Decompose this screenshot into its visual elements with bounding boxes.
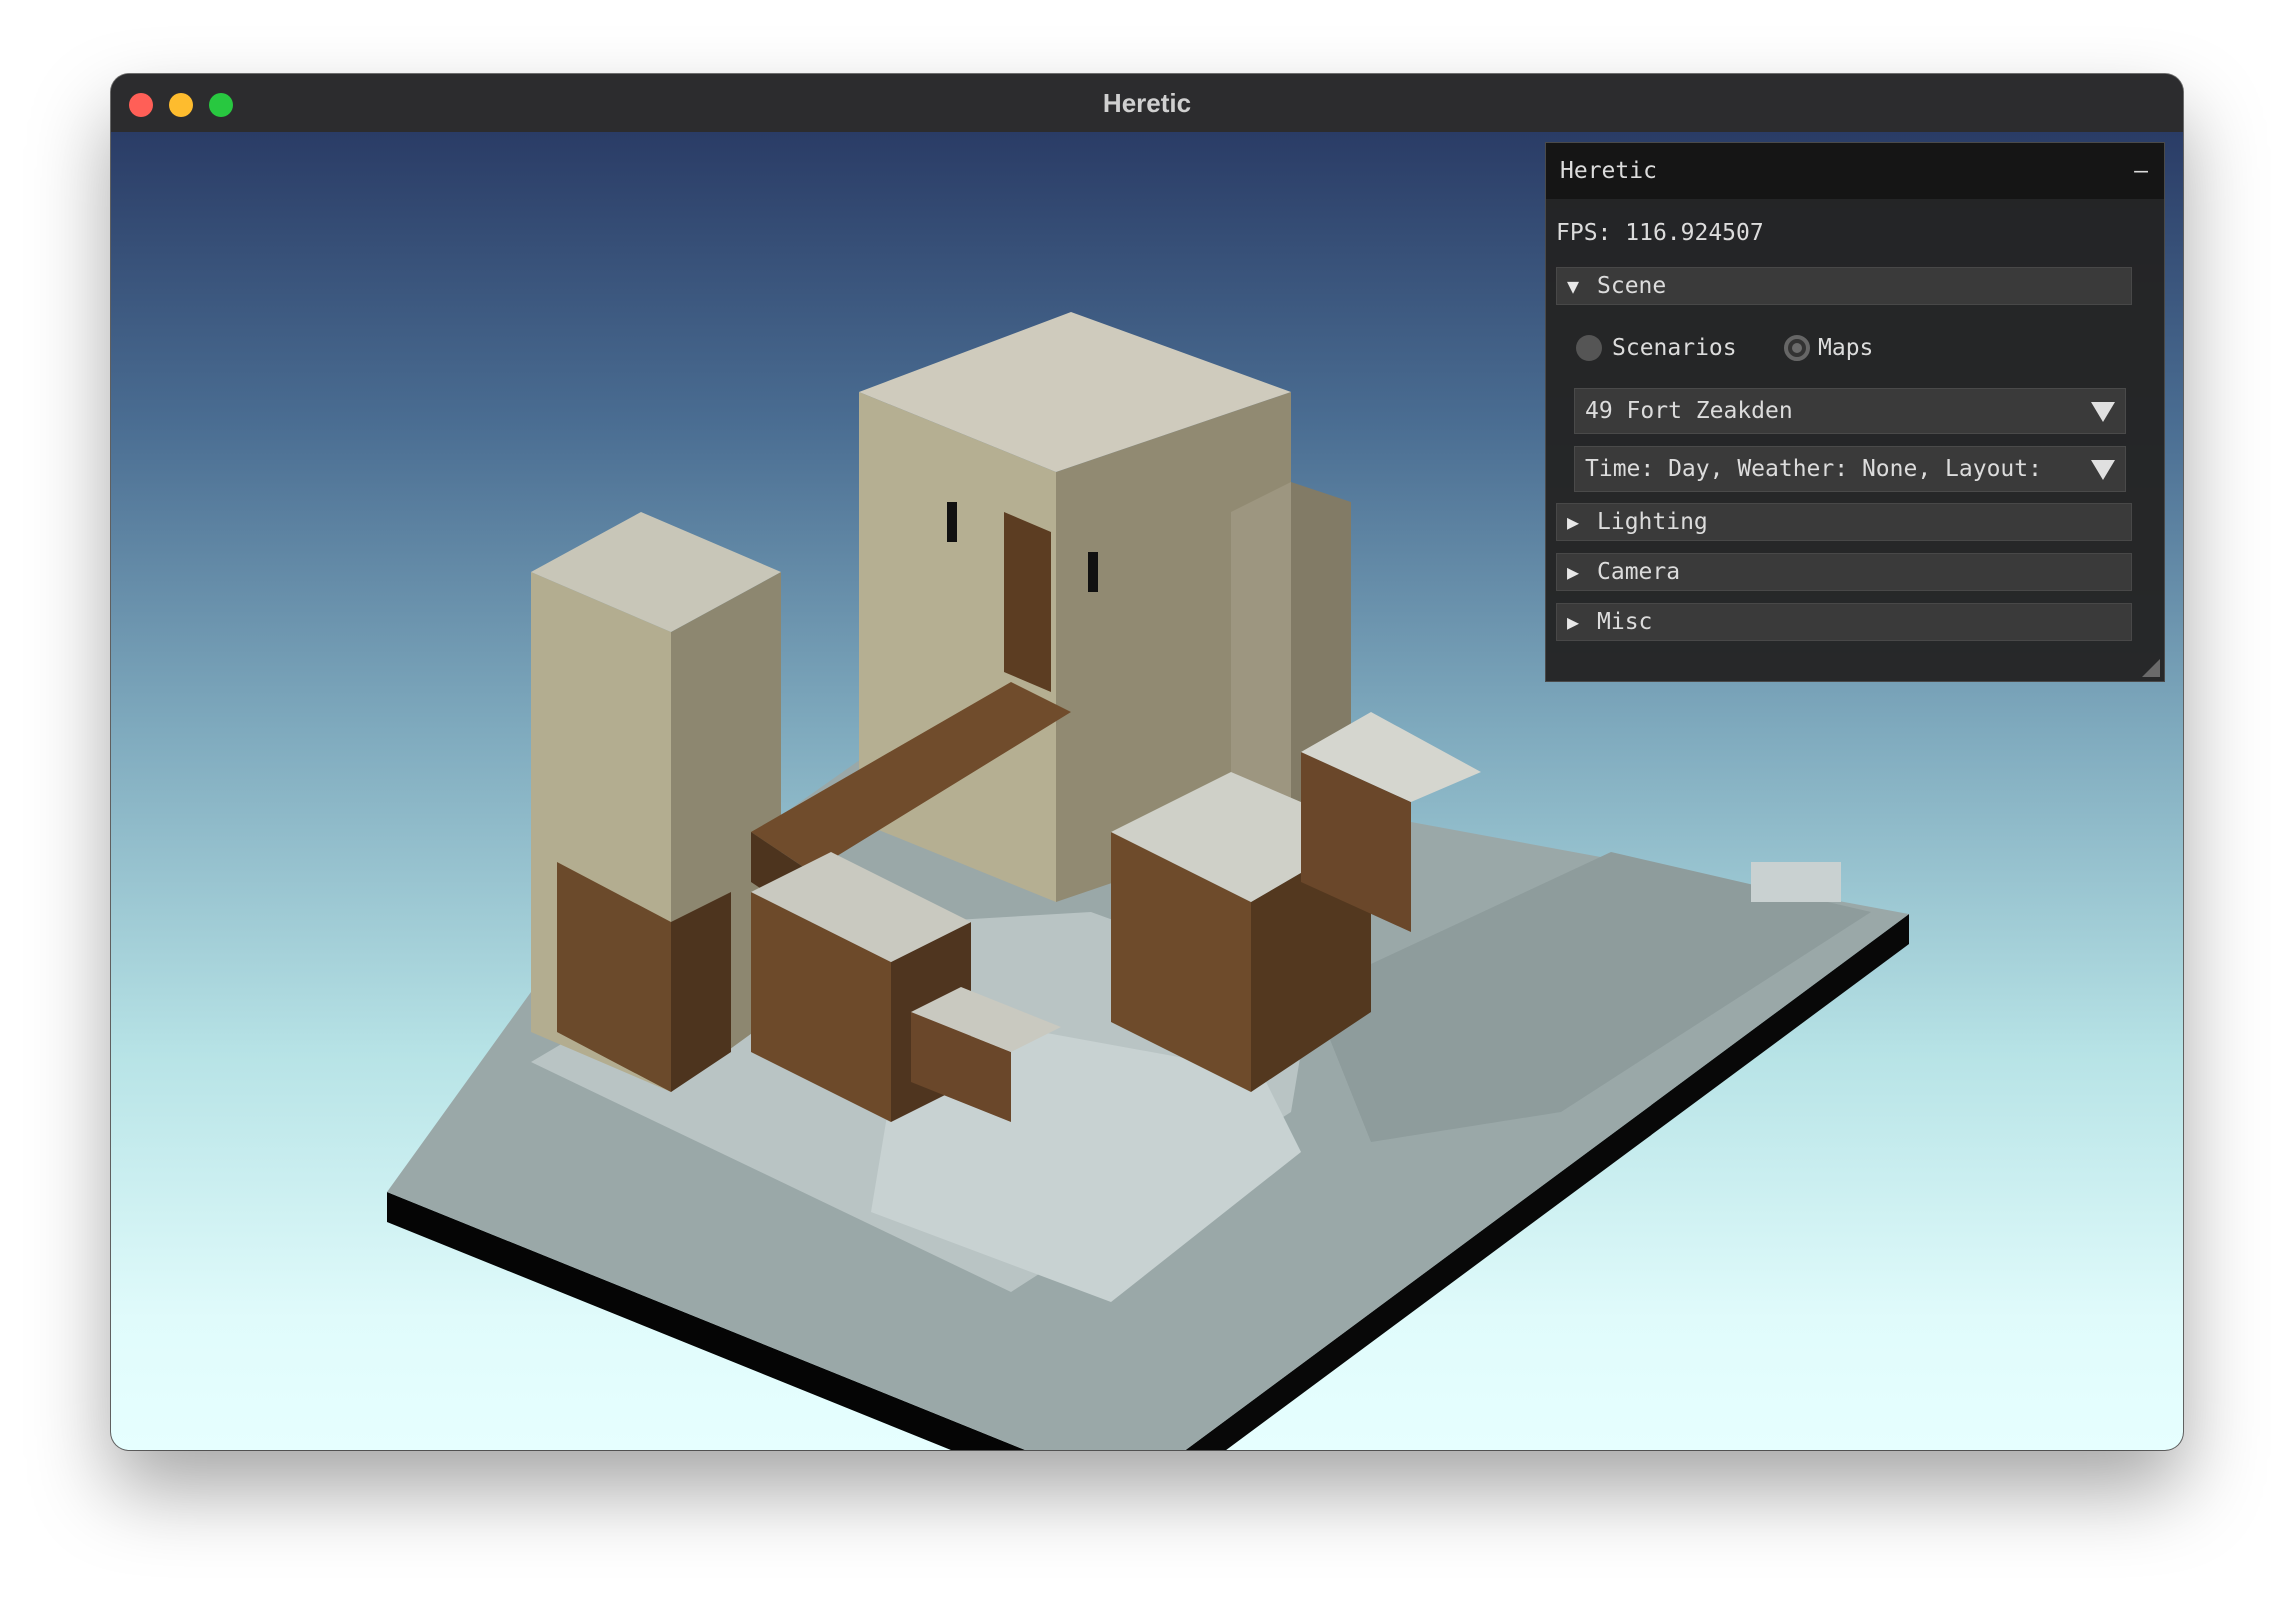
- scene-header[interactable]: ▼ Scene: [1556, 267, 2132, 305]
- triangle-down-icon: ▼: [1567, 274, 1580, 298]
- scene-header-label: Scene: [1597, 273, 1667, 299]
- panel-title-bar[interactable]: Heretic –: [1546, 143, 2164, 199]
- panel-collapse-button[interactable]: –: [2134, 143, 2148, 199]
- camera-header[interactable]: ▶ Camera: [1556, 553, 2132, 591]
- layout-select-value: Time: Day, Weather: None, Layout:: [1585, 456, 2042, 482]
- window-title: Heretic: [1102, 88, 1192, 118]
- misc-header-label: Misc: [1597, 609, 1653, 635]
- misc-header[interactable]: ▶ Misc: [1556, 603, 2132, 641]
- resize-grip-icon[interactable]: [2142, 659, 2160, 677]
- fps-readout: FPS: 116.924507: [1556, 220, 1764, 246]
- maps-radio-label[interactable]: Maps: [1818, 331, 1873, 365]
- lighting-header[interactable]: ▶ Lighting: [1556, 503, 2132, 541]
- scenarios-radio-label[interactable]: Scenarios: [1612, 331, 1737, 365]
- heretic-panel: Heretic – FPS: 116.924507 ▼ Scene Scenar…: [1545, 142, 2165, 682]
- app-window: Heretic Heretic – FPS: 116.924507 ▼ Scen…: [111, 74, 2183, 1450]
- snow-block: [1751, 862, 1841, 902]
- fps-label: FPS:: [1556, 220, 1612, 246]
- title-bar[interactable]: Heretic: [111, 74, 2183, 133]
- panel-title: Heretic: [1560, 158, 1657, 184]
- keep-window-left: [947, 502, 957, 542]
- combo-arrow-icon[interactable]: [2081, 389, 2125, 433]
- triangle-right-icon: ▶: [1567, 610, 1580, 634]
- layout-select-combo[interactable]: Time: Day, Weather: None, Layout:: [1574, 446, 2126, 492]
- camera-header-label: Camera: [1597, 559, 1681, 585]
- lighting-header-label: Lighting: [1597, 509, 1708, 535]
- map-select-combo[interactable]: 49 Fort Zeakden: [1574, 388, 2126, 434]
- scenarios-radio[interactable]: [1576, 335, 1602, 361]
- maps-radio[interactable]: [1784, 335, 1810, 361]
- fps-value: 116.924507: [1625, 220, 1764, 246]
- keep-door: [1004, 512, 1051, 692]
- map-select-value: 49 Fort Zeakden: [1585, 398, 1793, 424]
- keep-window-right: [1088, 552, 1098, 592]
- triangle-right-icon: ▶: [1567, 560, 1580, 584]
- combo-arrow-icon[interactable]: [2081, 447, 2125, 491]
- render-viewport[interactable]: Heretic – FPS: 116.924507 ▼ Scene Scenar…: [111, 132, 2183, 1450]
- triangle-right-icon: ▶: [1567, 510, 1580, 534]
